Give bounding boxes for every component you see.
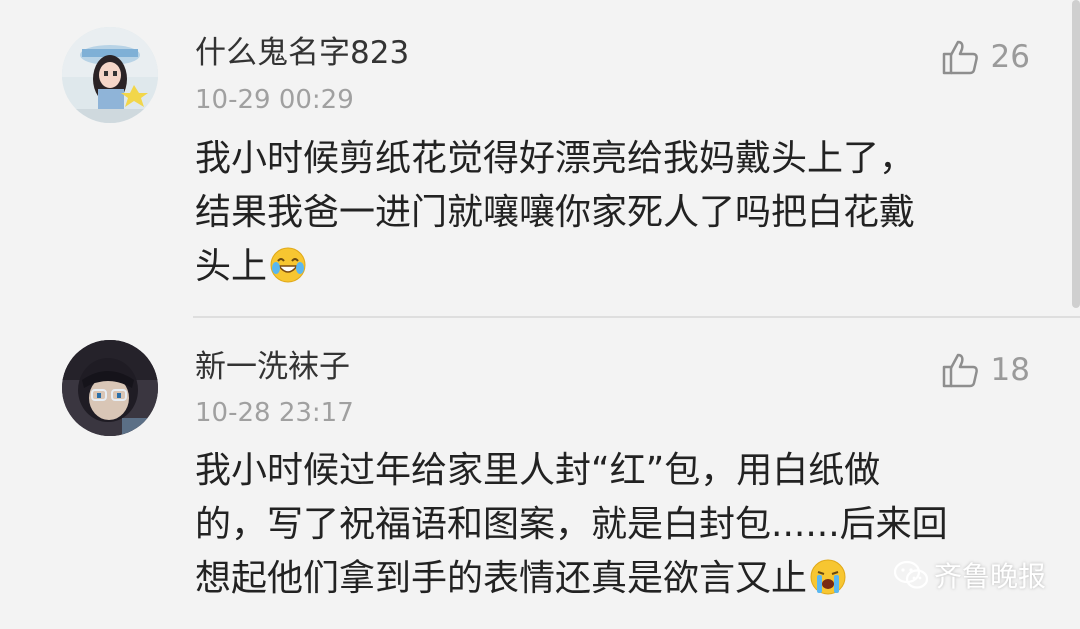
thumbs-up-icon	[942, 353, 978, 388]
comment-line: 我小时候过年给家里人封“红”包，用白纸做	[195, 450, 881, 491]
like-count: 26	[990, 39, 1030, 75]
comment-line-text: 头上	[195, 246, 268, 287]
comment-item: 什么鬼名字823 10-29 00:29 26 我小时候剪纸花觉得好漂亮给我妈戴…	[0, 0, 1080, 317]
comment-text: 我小时候剪纸花觉得好漂亮给我妈戴头上了， 结果我爸一进门就嚷嚷你家死人了吗把白花…	[195, 132, 995, 294]
comment-line: 的，写了祝福语和图案，就是白封包......后来回	[195, 504, 948, 545]
thumbs-up-icon	[942, 40, 978, 75]
comment-item: 新一洗袜子 10-28 23:17 18 我小时候过年给家里人封“红”包，用白纸…	[0, 317, 1080, 629]
username[interactable]: 什么鬼名字823	[195, 33, 409, 73]
cry-emoji-icon	[810, 559, 846, 595]
wechat-icon	[893, 560, 928, 589]
comment-line-last: 想起他们拿到手的表情还真是欲言又止	[195, 552, 995, 606]
timestamp: 10-29 00:29	[195, 85, 354, 115]
watermark: 齐鲁晚报	[893, 555, 1046, 595]
avatar[interactable]	[62, 27, 158, 123]
like-button[interactable]: 18	[941, 350, 1030, 390]
timestamp: 10-28 23:17	[195, 398, 354, 428]
comment-text: 我小时候过年给家里人封“红”包，用白纸做 的，写了祝福语和图案，就是白封包...…	[195, 444, 995, 606]
comment-line: 结果我爸一进门就嚷嚷你家死人了吗把白花戴	[195, 192, 916, 233]
laugh-cry-emoji-icon	[270, 247, 306, 283]
like-count: 18	[990, 352, 1030, 388]
comment-line-last: 头上	[195, 240, 995, 294]
like-button[interactable]: 26	[941, 37, 1030, 77]
comment-line-text: 想起他们拿到手的表情还真是欲言又止	[195, 558, 808, 599]
avatar[interactable]	[62, 340, 158, 436]
avatar-image	[62, 27, 158, 123]
username[interactable]: 新一洗袜子	[195, 347, 350, 387]
avatar-image	[62, 340, 158, 436]
comment-line: 我小时候剪纸花觉得好漂亮给我妈戴头上了，	[195, 138, 916, 179]
watermark-text: 齐鲁晚报	[933, 560, 1046, 593]
